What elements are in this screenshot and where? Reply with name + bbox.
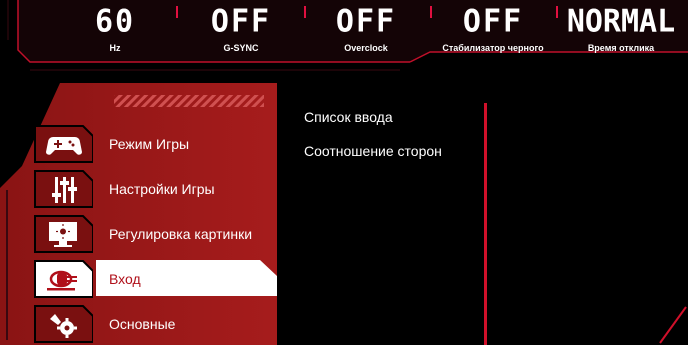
response-time-label: Время отклика: [587, 43, 655, 53]
menu-item-picture-adjust[interactable]: Регулировка картинки: [33, 214, 277, 254]
black-stabilizer-stat: OFF Стабилизатор черного: [430, 3, 556, 53]
response-time-stat: NORMAL Время отклика: [558, 3, 684, 53]
settings-wrench-icon: [34, 305, 93, 343]
corner-accent: [659, 306, 687, 344]
refresh-rate-label: Hz: [109, 43, 121, 53]
black-stabilizer-value: OFF: [462, 3, 524, 40]
overclock-value: OFF: [335, 3, 397, 40]
input-plug-icon: [34, 260, 93, 298]
sliders-icon: [34, 170, 93, 208]
menu-item-label: Регулировка картинки: [109, 226, 253, 242]
overclock-label: Overclock: [344, 43, 388, 53]
menu-item-label: Режим Игры: [109, 136, 190, 152]
gsync-stat: OFF G-SYNC: [178, 3, 304, 53]
refresh-rate-value: 60: [94, 3, 136, 40]
refresh-rate-stat: 60 Hz: [52, 3, 178, 53]
gsync-label: G-SYNC: [223, 43, 259, 53]
menu-item-label: Вход: [109, 271, 141, 287]
submenu-input-list[interactable]: Список ввода: [304, 109, 393, 125]
gsync-value: OFF: [210, 3, 272, 40]
menu-item-game-mode[interactable]: Режим Игры: [33, 124, 277, 164]
submenu-aspect-ratio[interactable]: Соотношение сторон: [304, 143, 442, 159]
black-stabilizer-label: Стабилизатор черного: [442, 43, 544, 53]
monitor-brightness-icon: [34, 215, 93, 253]
gamepad-icon: [34, 125, 93, 163]
menu-item-label: Настройки Игры: [109, 181, 215, 197]
status-bar: 60 Hz OFF G-SYNC OFF Overclock OFF Стаби…: [0, 0, 688, 78]
overclock-stat: OFF Overclock: [303, 3, 429, 53]
response-time-value: NORMAL: [566, 3, 676, 40]
menu-item-label: Основные: [109, 316, 176, 332]
menu-item-general[interactable]: Основные: [33, 304, 277, 344]
menu-item-game-settings[interactable]: Настройки Игры: [33, 169, 277, 209]
submenu-divider: [484, 103, 487, 345]
menu-item-input[interactable]: Вход: [33, 259, 277, 299]
